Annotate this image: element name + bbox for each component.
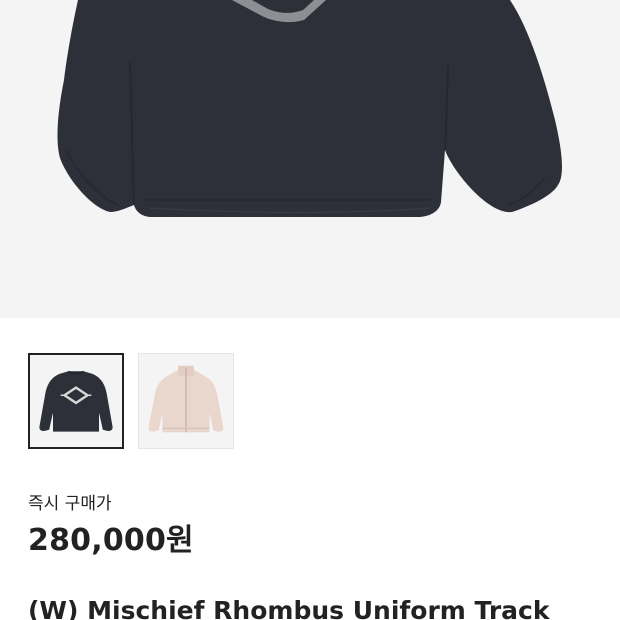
thumbnail-list [28,353,234,449]
price-label: 즉시 구매가 [28,494,112,514]
product-main-image[interactable] [0,0,620,318]
navy-track-jacket-back-thumbnail[interactable] [28,353,124,449]
price-value: 280,000원 [28,523,194,558]
navy-jacket-icon [39,370,113,432]
product-title: (W) Mischief Rhombus Uniform Track [28,596,550,620]
product-detail-page: 즉시 구매가 280,000원 (W) Mischief Rhombus Uni… [0,0,620,620]
pink-jacket-icon [148,365,224,433]
navy-track-jacket-back-photo [57,0,562,217]
pink-track-jacket-front-thumbnail[interactable] [138,353,234,449]
